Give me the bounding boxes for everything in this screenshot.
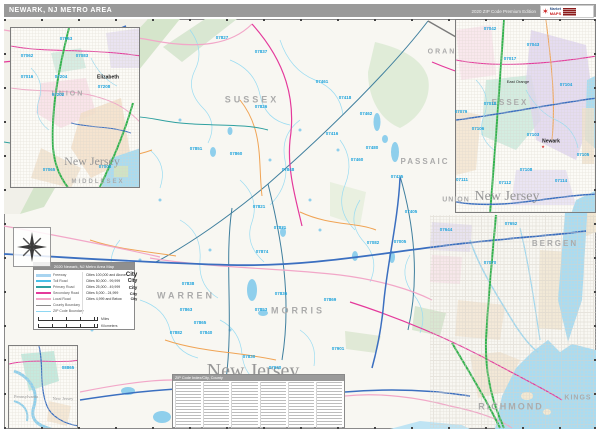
- inset-union-elizabeth: [10, 27, 140, 188]
- legend-line-sample: [36, 304, 51, 306]
- legend-line-sample: [36, 298, 51, 300]
- legend-road-label: County Boundary: [53, 303, 81, 307]
- north-arrow-icon: [17, 232, 47, 262]
- legend-city-row: Cities 4,999 and Below City: [86, 296, 137, 302]
- frame-ticks-top: [4, 19, 596, 21]
- legend-city-list: Cities 100,000 and Above City Cities 50,00…: [82, 272, 137, 314]
- zip-index-column: [287, 382, 314, 428]
- legend-road-label: Local Road: [53, 297, 71, 301]
- zip-index-column: [315, 382, 343, 428]
- urban-street-grid: [430, 215, 596, 428]
- legend-road-row: ZIP Code Boundary: [36, 308, 84, 314]
- legend-road-list: Freeway Toll Road Primary Road Secondary Ro…: [36, 272, 84, 314]
- inset-newark-essex: [455, 19, 596, 213]
- legend-road-label: Toll Road: [53, 279, 68, 283]
- legend-road-label: Secondary Road: [53, 291, 80, 295]
- legend-road-label: Freeway: [53, 273, 67, 277]
- inset-union-grid: [11, 28, 139, 187]
- frame-ticks-left: [4, 19, 6, 429]
- legend-road-label: Primary Road: [53, 285, 75, 289]
- legend-line-sample: [36, 273, 51, 277]
- legend-city-range: Cities 25,000 - 49,999: [86, 285, 121, 289]
- legend-city-sample: City: [128, 284, 138, 290]
- frame-ticks-right: [594, 19, 596, 429]
- legend-line-sample: [36, 280, 51, 282]
- legend-line-sample: [36, 292, 51, 294]
- zip-index-column: [231, 382, 258, 428]
- legend-city-range: Cities 50,000 - 99,999: [86, 279, 121, 283]
- inset-phillipsburg-grid: [9, 346, 77, 428]
- legend-road-label: ZIP Code Boundary: [53, 309, 84, 313]
- zip-index-table: ZIP Code Index/City, County: [172, 374, 345, 428]
- zip-index-column: [259, 382, 286, 428]
- legend-city-range: Cities 4,999 and Below: [86, 297, 122, 301]
- scale-bar-km: [38, 323, 98, 328]
- compass-rose: [13, 227, 51, 267]
- inset-phillipsburg: [8, 345, 78, 429]
- legend-city-sample: City: [127, 278, 138, 284]
- legend-city-range: Cities 5,000 - 24,999: [86, 291, 119, 295]
- map-legend: 2020 Newark, NJ Metro Area Map Freeway To…: [33, 262, 137, 330]
- legend-city-sample: City: [130, 297, 138, 301]
- legend-scale-bars: Miles Kilometers: [34, 314, 134, 330]
- scale-miles-label: Miles: [101, 316, 110, 321]
- legend-line-sample: [36, 285, 51, 289]
- legend-city-sample: City: [129, 290, 138, 296]
- frame-ticks-bottom: [4, 427, 596, 429]
- scale-bar-miles: [38, 316, 98, 321]
- inset-newark-grid: [456, 20, 595, 212]
- legend-line-sample: [36, 310, 51, 312]
- legend-city-range: Cities 100,000 and Above: [86, 273, 126, 277]
- zip-index-column: [203, 382, 230, 428]
- map-poster: NEWARK, NJ METRO AREA 2020 ZIP Code Prem…: [0, 0, 600, 435]
- zip-index-columns: [173, 381, 344, 429]
- scale-km-label: Kilometers: [101, 323, 118, 328]
- zip-index-column: [175, 382, 202, 428]
